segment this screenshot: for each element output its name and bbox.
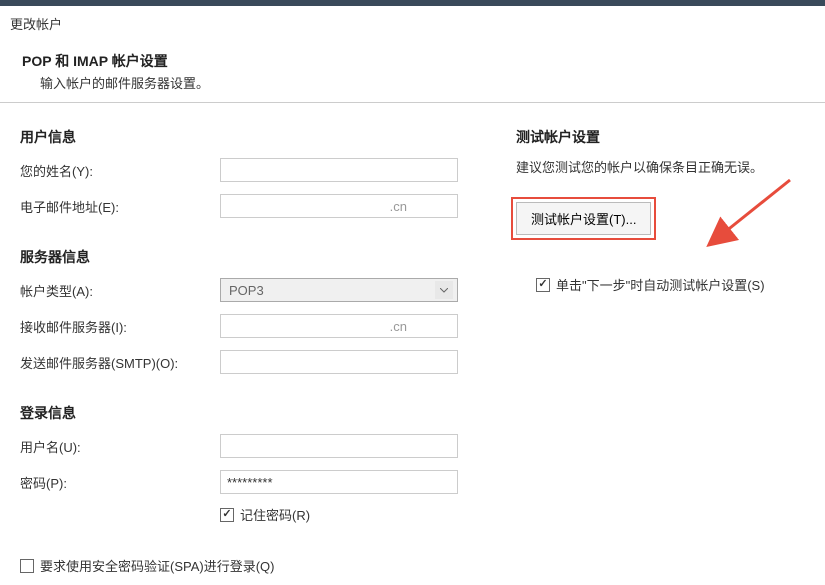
spa-auth-row[interactable]: 要求使用安全密码验证(SPA)进行登录(Q) [20,556,500,575]
email-row: 电子邮件地址(E): [20,193,500,219]
password-row: 密码(P): [20,469,500,495]
account-type-row: 帐户类型(A): POP3 [20,277,500,303]
account-type-value: POP3 [229,283,264,298]
your-name-row: 您的姓名(Y): [20,157,500,183]
auto-test-label: 单击"下一步"时自动测试帐户设置(S) [556,275,765,294]
right-column: 测试帐户设置 建议您测试您的帐户以确保条目正确无误。 测试帐户设置(T)... … [500,127,805,585]
account-type-label: 帐户类型(A): [20,281,220,300]
test-settings-desc: 建议您测试您的帐户以确保条目正确无误。 [516,157,805,176]
incoming-server-input[interactable] [220,314,458,338]
auto-test-checkbox[interactable] [536,278,550,292]
server-info-title: 服务器信息 [20,247,500,267]
username-label: 用户名(U): [20,437,220,456]
window-header: 更改帐户 [0,6,825,51]
username-input[interactable] [220,434,458,458]
content-area: 用户信息 您的姓名(Y): 电子邮件地址(E): 服务器信息 帐户类型(A): … [0,103,825,585]
test-settings-title: 测试帐户设置 [516,127,805,147]
email-label: 电子邮件地址(E): [20,197,220,216]
account-type-select[interactable]: POP3 [220,278,458,302]
outgoing-server-input[interactable] [220,350,458,374]
remember-password-label: 记住密码(R) [240,505,310,524]
chevron-down-icon [435,281,453,299]
incoming-server-row: 接收邮件服务器(I): [20,313,500,339]
test-account-button[interactable]: 测试帐户设置(T)... [516,202,651,235]
password-input[interactable] [220,470,458,494]
sub-header-desc: 输入帐户的邮件服务器设置。 [22,71,825,92]
sub-header-title: POP 和 IMAP 帐户设置 [22,51,825,71]
auto-test-row[interactable]: 单击"下一步"时自动测试帐户设置(S) [516,275,805,294]
your-name-label: 您的姓名(Y): [20,161,220,180]
outgoing-server-row: 发送邮件服务器(SMTP)(O): [20,349,500,375]
window-title: 更改帐户 [10,14,815,33]
spa-auth-checkbox[interactable] [20,559,34,573]
login-info-title: 登录信息 [20,403,500,423]
remember-password-checkbox[interactable] [220,508,234,522]
user-info-title: 用户信息 [20,127,500,147]
password-label: 密码(P): [20,473,220,492]
remember-password-row[interactable]: 记住密码(R) [20,505,500,524]
spa-auth-label: 要求使用安全密码验证(SPA)进行登录(Q) [40,556,274,575]
username-row: 用户名(U): [20,433,500,459]
left-column: 用户信息 您的姓名(Y): 电子邮件地址(E): 服务器信息 帐户类型(A): … [20,127,500,585]
outgoing-server-label: 发送邮件服务器(SMTP)(O): [20,353,220,372]
your-name-input[interactable] [220,158,458,182]
test-button-wrapper: 测试帐户设置(T)... [516,202,805,235]
incoming-server-label: 接收邮件服务器(I): [20,317,220,336]
sub-header: POP 和 IMAP 帐户设置 输入帐户的邮件服务器设置。 [0,51,825,102]
email-input[interactable] [220,194,458,218]
